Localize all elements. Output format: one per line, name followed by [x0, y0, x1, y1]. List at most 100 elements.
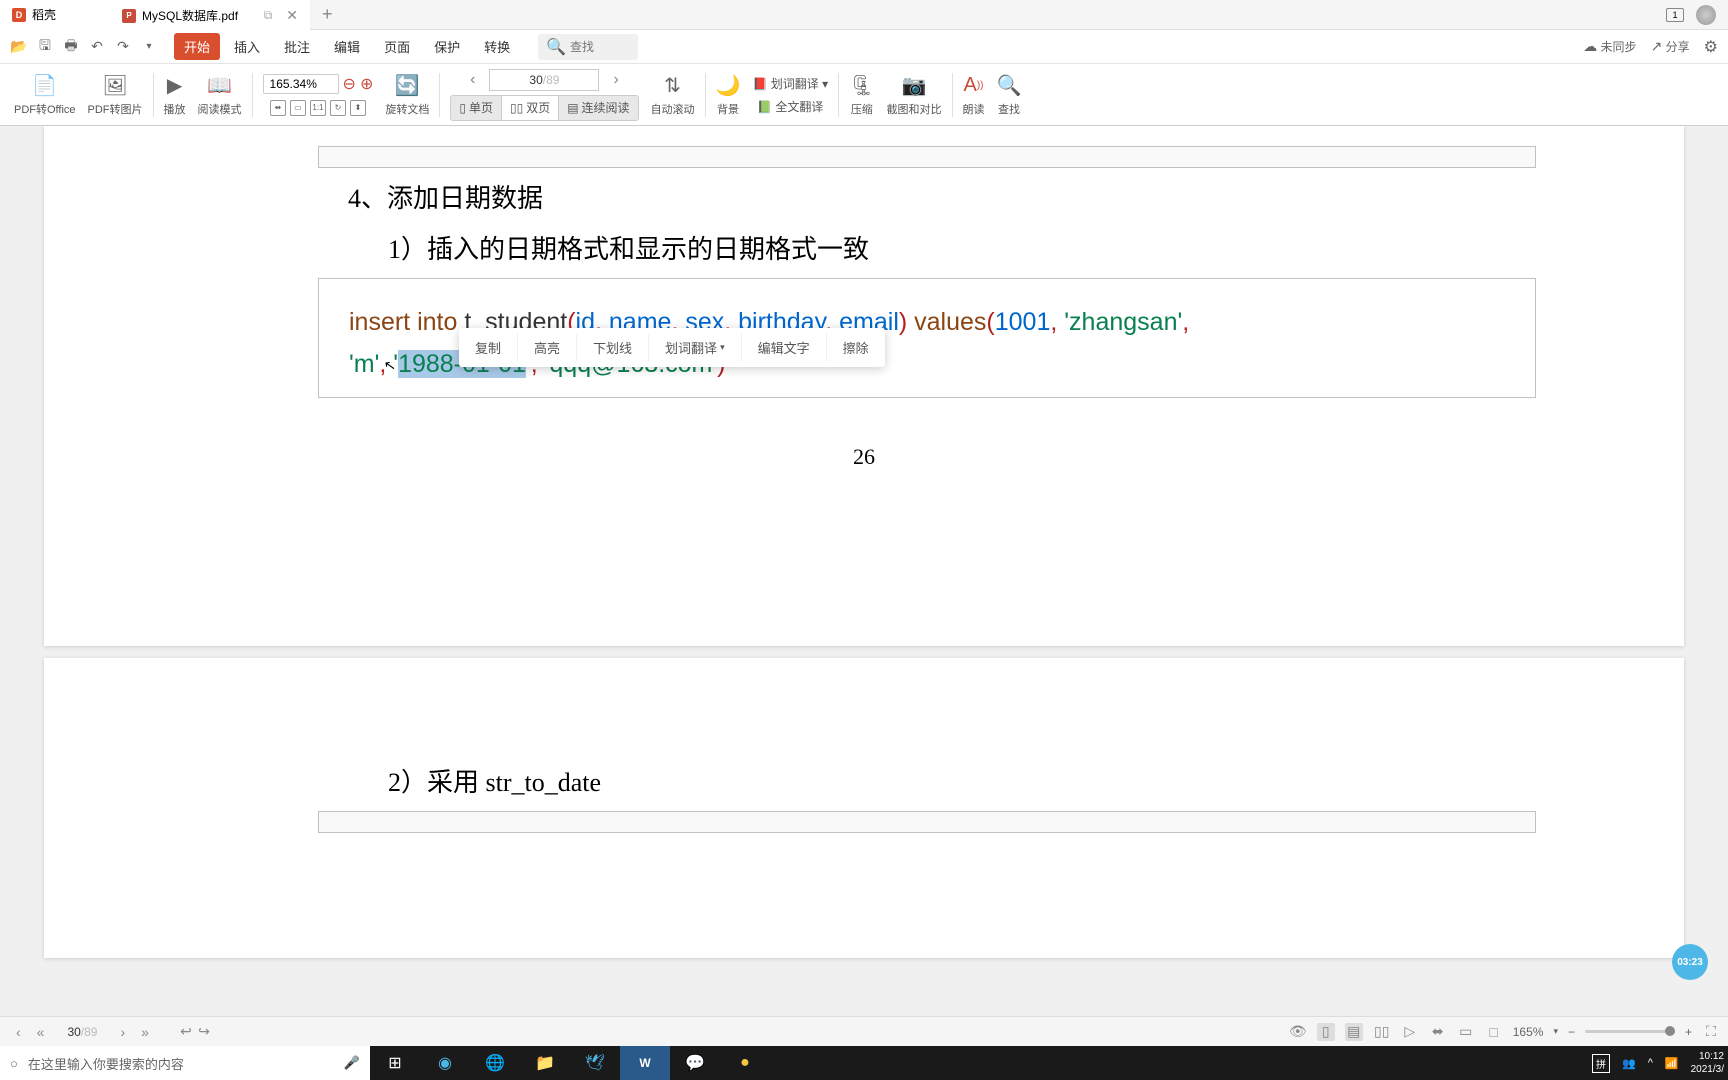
zoom-slider[interactable]: [1585, 1030, 1675, 1033]
play-slideshow-icon[interactable]: ▷: [1401, 1023, 1419, 1041]
menu-page[interactable]: 页面: [374, 33, 420, 60]
ctx-copy[interactable]: 复制: [459, 334, 518, 361]
view-double-icon[interactable]: ▯▯: [1373, 1023, 1391, 1041]
tab-home[interactable]: D 稻壳: [0, 0, 110, 30]
zoom-plus-icon[interactable]: +: [1685, 1025, 1692, 1039]
share-button[interactable]: ↗ 分享: [1651, 38, 1690, 55]
zoom-minus-icon[interactable]: −: [1568, 1025, 1575, 1039]
app-icon-3[interactable]: 💬: [670, 1046, 720, 1080]
read-aloud-button[interactable]: A)) 朗读: [957, 67, 991, 123]
clock[interactable]: 10:12 2021/3/: [1691, 1050, 1724, 1076]
menu-protect[interactable]: 保护: [424, 33, 470, 60]
sb-back-icon[interactable]: ↩: [177, 1023, 195, 1041]
read-mode-button[interactable]: 📖 阅读模式: [192, 67, 248, 123]
undo-icon[interactable]: ↶: [88, 38, 106, 56]
compress-icon: 🗜: [849, 73, 874, 99]
word-translate-button[interactable]: 📕 划词翻译 ▾: [752, 75, 828, 92]
close-icon[interactable]: ✕: [286, 7, 298, 24]
pdf-to-office-button[interactable]: 📄 PDF转Office: [8, 67, 82, 123]
sb-page-display[interactable]: 30/89: [52, 1025, 112, 1039]
taskbar-search[interactable]: ○ 在这里输入你要搜索的内容 🎤: [0, 1046, 370, 1080]
sb-first-page-icon[interactable]: ‹: [8, 1024, 29, 1040]
ctx-underline[interactable]: 下划线: [577, 334, 649, 361]
fit-width-icon[interactable]: ⬌: [270, 100, 286, 116]
menu-insert[interactable]: 插入: [224, 33, 270, 60]
zoom-dropdown-icon[interactable]: ▾: [1553, 1026, 1558, 1037]
search-input[interactable]: [570, 40, 630, 54]
page-number-input[interactable]: 30/89: [489, 69, 599, 91]
timer-badge[interactable]: 03:23: [1672, 944, 1708, 980]
loop-icon[interactable]: ↻: [330, 100, 346, 116]
fit-page-icon[interactable]: ▭: [290, 100, 306, 116]
fit-page-sb-icon[interactable]: ▭: [1457, 1023, 1475, 1041]
sb-next-page-icon[interactable]: ›: [112, 1024, 133, 1040]
moon-icon: 🌙: [716, 73, 741, 99]
pdf-to-image-button[interactable]: 🖼 PDF转图片: [82, 67, 149, 123]
sb-prev-page-icon[interactable]: «: [29, 1024, 53, 1040]
settings-icon[interactable]: ⚙: [1704, 37, 1718, 57]
task-view-icon[interactable]: ⊞: [370, 1046, 420, 1080]
search-box[interactable]: 🔍: [538, 34, 638, 60]
ctx-erase[interactable]: 擦除: [827, 334, 885, 361]
tab-document[interactable]: P MySQL数据库.pdf ⧉ ✕: [110, 0, 310, 30]
sync-status[interactable]: ☁ 未同步: [1583, 38, 1636, 55]
auto-scroll-button[interactable]: ⇅ 自动滚动: [645, 67, 701, 123]
continuous-button[interactable]: ▤ 连续阅读: [559, 96, 637, 120]
actual-size-icon[interactable]: 1:1: [310, 100, 326, 116]
menu-convert[interactable]: 转换: [474, 33, 520, 60]
sb-forward-icon[interactable]: ↪: [195, 1023, 213, 1041]
ctx-highlight[interactable]: 高亮: [518, 334, 577, 361]
add-tab-button[interactable]: +: [310, 4, 345, 25]
wifi-icon[interactable]: 📶: [1665, 1057, 1679, 1070]
menu-annotate[interactable]: 批注: [274, 33, 320, 60]
next-page-icon[interactable]: ›: [607, 71, 624, 89]
zoom-input[interactable]: [263, 74, 339, 94]
full-translate-button[interactable]: 📗 全文翻译: [757, 98, 823, 115]
mic-icon[interactable]: 🎤: [344, 1055, 360, 1071]
zoom-thumb[interactable]: [1665, 1026, 1675, 1036]
tray-people-icon[interactable]: 👥: [1622, 1057, 1636, 1070]
fit-height-icon[interactable]: ⬍: [350, 100, 366, 116]
ctx-edit-text[interactable]: 编辑文字: [742, 334, 827, 361]
print-icon[interactable]: 🖶: [62, 38, 80, 56]
avatar[interactable]: [1696, 5, 1716, 25]
pdf-image-icon: 🖼: [102, 73, 127, 99]
wps-icon[interactable]: W: [620, 1046, 670, 1080]
eye-icon[interactable]: 👁: [1289, 1023, 1307, 1041]
compress-button[interactable]: 🗜 压缩: [843, 67, 880, 123]
single-page-button[interactable]: ▯ 单页: [451, 96, 502, 120]
ctx-translate[interactable]: 划词翻译 ▾: [649, 334, 742, 361]
view-single-icon[interactable]: ▯: [1317, 1023, 1335, 1041]
find-button[interactable]: 🔍 查找: [991, 67, 1028, 123]
app-icon-1[interactable]: 🕊: [570, 1046, 620, 1080]
double-page-button[interactable]: ▯▯ 双页: [502, 96, 559, 120]
zoom-out-icon[interactable]: ⊖: [343, 74, 356, 94]
open-icon[interactable]: 📂: [10, 38, 28, 56]
redo-icon[interactable]: ↷: [114, 38, 132, 56]
zoom-in-icon[interactable]: ⊕: [360, 74, 373, 94]
fit-width-sb-icon[interactable]: ⬌: [1429, 1023, 1447, 1041]
rotate-button[interactable]: 🔄 旋转文档: [379, 67, 435, 123]
tray-up-icon[interactable]: ^: [1648, 1057, 1653, 1069]
app-icon-4[interactable]: ●: [720, 1046, 770, 1080]
actual-size-sb-icon[interactable]: □: [1485, 1023, 1503, 1041]
chrome-icon[interactable]: 🌐: [470, 1046, 520, 1080]
background-button[interactable]: 🌙 背景: [710, 67, 747, 123]
menu-edit[interactable]: 编辑: [324, 33, 370, 60]
ime-indicator[interactable]: 拼: [1592, 1054, 1610, 1073]
restore-window-icon[interactable]: 1: [1666, 8, 1684, 22]
fullscreen-icon[interactable]: ⛶: [1702, 1023, 1720, 1041]
screenshot-button[interactable]: 📷 截图和对比: [881, 67, 948, 123]
tab-restore-icon[interactable]: ⧉: [264, 8, 273, 23]
save-icon[interactable]: 🖫: [36, 38, 54, 56]
view-continuous-icon[interactable]: ▤: [1345, 1023, 1363, 1041]
explorer-icon[interactable]: 📁: [520, 1046, 570, 1080]
play-button[interactable]: ▶ 播放: [158, 67, 192, 123]
edge-icon[interactable]: ◉: [420, 1046, 470, 1080]
document-viewport[interactable]: 4、添加日期数据 1）插入的日期格式和显示的日期格式一致 insert into…: [0, 126, 1728, 1016]
pdf-icon: P: [122, 9, 136, 23]
dropdown-icon[interactable]: ▾: [140, 38, 158, 56]
prev-page-icon[interactable]: ‹: [464, 71, 481, 89]
sb-last-page-icon[interactable]: »: [133, 1024, 157, 1040]
menu-start[interactable]: 开始: [174, 33, 220, 60]
